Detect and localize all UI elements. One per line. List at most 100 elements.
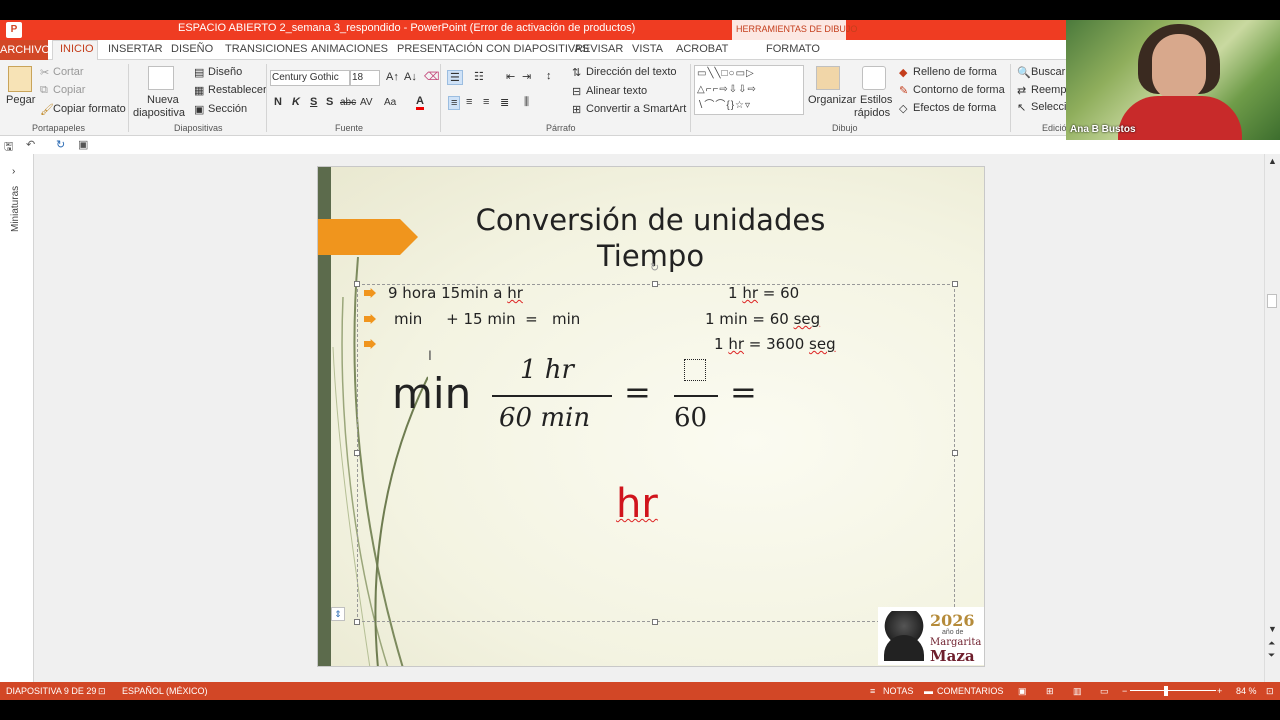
copy-icon[interactable]: ⧉ bbox=[40, 84, 48, 97]
tab-inicio[interactable]: INICIO bbox=[60, 43, 94, 55]
bullets-icon[interactable]: ☰ bbox=[447, 70, 463, 85]
quick-styles-label-2[interactable]: rápidos bbox=[854, 107, 890, 119]
cut-button[interactable]: Cortar bbox=[53, 66, 84, 78]
underline-button[interactable]: S bbox=[310, 96, 317, 108]
paste-button[interactable]: Pegar bbox=[6, 94, 35, 106]
bullet-line-2[interactable]: min + 15 min = min bbox=[394, 310, 580, 328]
shape-effects-button[interactable]: Efectos de forma bbox=[913, 102, 996, 114]
tab-acrobat[interactable]: ACROBAT bbox=[676, 43, 728, 55]
notes-button[interactable]: NOTAS bbox=[883, 686, 913, 696]
new-slide-label-1[interactable]: Nueva bbox=[147, 94, 179, 106]
slide-canvas[interactable]: Conversión de unidades Tiempo ↻ 9 hora 1… bbox=[317, 166, 985, 667]
fraction1-denominator[interactable]: 60 min bbox=[499, 403, 590, 433]
resize-handle[interactable] bbox=[952, 450, 958, 456]
align-text-icon[interactable]: ⊟ bbox=[572, 85, 581, 98]
new-slide-label-2[interactable]: diapositiva bbox=[133, 107, 185, 119]
arrange-icon[interactable] bbox=[816, 66, 840, 90]
layout-button[interactable]: Diseño bbox=[208, 66, 242, 78]
conversion-3[interactable]: 1 hr = 3600 seg bbox=[714, 335, 836, 353]
expand-thumbnails-icon[interactable]: › bbox=[12, 166, 15, 177]
tab-formato[interactable]: FORMATO bbox=[766, 43, 820, 55]
justify-icon[interactable]: ≣ bbox=[500, 96, 509, 109]
resize-handle[interactable] bbox=[652, 281, 658, 287]
zoom-in-icon[interactable]: + bbox=[1217, 686, 1222, 696]
spelling-icon[interactable]: ⊡ bbox=[98, 686, 106, 697]
shape-fill-button[interactable]: Relleno de forma bbox=[913, 66, 997, 78]
shape-fill-icon[interactable]: ◆ bbox=[899, 66, 907, 79]
format-painter-icon[interactable]: 🖌 bbox=[40, 103, 54, 116]
slide-title-line1[interactable]: Conversión de unidades bbox=[438, 203, 863, 237]
columns-icon[interactable]: ⫼ bbox=[524, 96, 529, 109]
increase-indent-icon[interactable]: ⇥ bbox=[522, 70, 531, 83]
fraction1-numerator[interactable]: 1 hr bbox=[520, 355, 574, 385]
arrange-button[interactable]: Organizar bbox=[808, 94, 856, 106]
tab-diseno[interactable]: DISEÑO bbox=[171, 43, 213, 55]
previous-slide-icon[interactable]: ⏶ bbox=[1268, 638, 1275, 649]
content-placeholder-box[interactable] bbox=[357, 284, 955, 622]
slide-sorter-icon[interactable]: ⊞ bbox=[1046, 686, 1054, 697]
equation-lead-min[interactable]: min bbox=[392, 369, 471, 418]
start-slideshow-icon[interactable]: ▣ bbox=[78, 138, 88, 151]
tab-animaciones[interactable]: ANIMACIONES bbox=[311, 43, 388, 55]
comments-button[interactable]: COMENTARIOS bbox=[937, 686, 1003, 696]
tab-revisar[interactable]: REVISAR bbox=[575, 43, 623, 55]
align-text-button[interactable]: Alinear texto bbox=[586, 85, 647, 97]
text-direction-button[interactable]: Dirección del texto bbox=[586, 66, 677, 78]
scroll-down-icon[interactable]: ▼ bbox=[1268, 624, 1277, 634]
resize-handle[interactable] bbox=[652, 619, 658, 625]
shape-outline-button[interactable]: Contorno de forma bbox=[913, 84, 1005, 96]
copy-button[interactable]: Copiar bbox=[53, 84, 85, 96]
quick-styles-icon[interactable] bbox=[862, 66, 886, 90]
answer-unit[interactable]: hr bbox=[616, 481, 658, 527]
clear-format-icon[interactable]: ⌫ bbox=[424, 70, 440, 83]
resize-handle[interactable] bbox=[354, 619, 360, 625]
autofit-options-icon[interactable]: ⇕ bbox=[331, 607, 345, 621]
conversion-2[interactable]: 1 min = 60 seg bbox=[705, 310, 820, 328]
quick-styles-label-1[interactable]: Estilos bbox=[860, 94, 892, 106]
zoom-slider-thumb[interactable] bbox=[1164, 686, 1168, 696]
scissors-icon[interactable]: ✂ bbox=[40, 66, 49, 79]
replace-icon[interactable]: ⇄ bbox=[1017, 84, 1026, 97]
next-slide-icon[interactable]: ⏷ bbox=[1268, 650, 1275, 661]
find-button[interactable]: Buscar bbox=[1031, 66, 1065, 78]
scroll-thumb[interactable] bbox=[1267, 294, 1277, 308]
section-icon[interactable]: ▣ bbox=[194, 103, 204, 116]
section-button[interactable]: Sección bbox=[208, 103, 247, 115]
resize-handle[interactable] bbox=[354, 281, 360, 287]
fraction2-denominator[interactable]: 60 bbox=[674, 403, 707, 433]
tab-archivo[interactable]: ARCHIVO bbox=[0, 40, 50, 60]
language-indicator[interactable]: ESPAÑOL (MÉXICO) bbox=[122, 686, 208, 696]
select-icon[interactable]: ↖ bbox=[1017, 101, 1026, 114]
line-spacing-icon[interactable]: ↕ bbox=[546, 70, 552, 82]
undo-icon[interactable]: ↶ bbox=[26, 138, 35, 151]
notes-icon[interactable]: ≡ bbox=[870, 686, 875, 696]
shape-effects-icon[interactable]: ◇ bbox=[899, 102, 907, 115]
tab-transiciones[interactable]: TRANSICIONES bbox=[225, 43, 308, 55]
bold-button[interactable]: N bbox=[274, 96, 282, 108]
reading-view-icon[interactable]: ▥ bbox=[1073, 686, 1082, 697]
resize-handle[interactable] bbox=[952, 281, 958, 287]
zoom-slider[interactable] bbox=[1130, 690, 1216, 691]
smartart-button[interactable]: Convertir a SmartArt bbox=[586, 103, 686, 115]
reset-button[interactable]: Restablecer bbox=[208, 84, 267, 96]
slideshow-view-icon[interactable]: ▭ bbox=[1100, 686, 1109, 697]
align-left-icon[interactable]: ≡ bbox=[448, 96, 461, 110]
bullet-line-1[interactable]: 9 hora 15min a hr bbox=[388, 284, 523, 302]
tab-insertar[interactable]: INSERTAR bbox=[108, 43, 163, 55]
align-right-icon[interactable]: ≡ bbox=[483, 96, 489, 108]
smartart-icon[interactable]: ⊞ bbox=[572, 103, 581, 116]
tab-presentacion[interactable]: PRESENTACIÓN CON DIAPOSITIVAS bbox=[397, 43, 589, 55]
tab-vista[interactable]: VISTA bbox=[632, 43, 663, 55]
zoom-level[interactable]: 84 % bbox=[1236, 686, 1257, 696]
thumbnails-label[interactable]: Miniaturas bbox=[10, 186, 21, 232]
comments-icon[interactable]: ▬ bbox=[924, 686, 933, 696]
empty-numerator-placeholder[interactable] bbox=[684, 359, 706, 381]
decrease-indent-icon[interactable]: ⇤ bbox=[506, 70, 515, 83]
shadow-button[interactable]: S bbox=[326, 96, 333, 108]
layout-icon[interactable]: ▤ bbox=[194, 66, 204, 79]
italic-button[interactable]: K bbox=[292, 96, 300, 108]
fit-to-window-icon[interactable]: ⊡ bbox=[1266, 686, 1274, 697]
shapes-gallery[interactable]: ▭╲╲□○▭▷ △⌐⌐⇨⇩⇩⇨ ∖⌒⌒{}☆▿ bbox=[694, 65, 804, 115]
text-direction-icon[interactable]: ⇅ bbox=[572, 66, 581, 79]
resize-handle[interactable] bbox=[354, 450, 360, 456]
